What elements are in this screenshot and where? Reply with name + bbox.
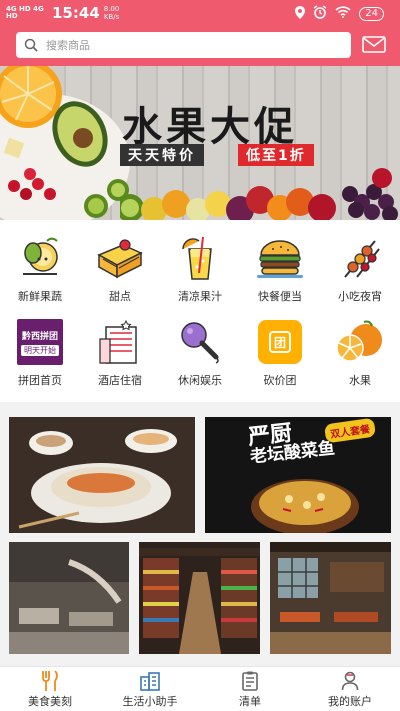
alarm-icon [313,5,327,22]
fruit-veg-icon [14,232,66,284]
search-placeholder: 搜索商品 [46,39,90,52]
tab-food[interactable]: 美食美刻 [0,667,100,711]
tab-label: 美食美刻 [28,695,72,708]
category-label: 快餐便当 [258,290,302,303]
category-fruit[interactable]: 水果 [320,316,400,388]
category-fresh-produce[interactable]: 新鲜果蔬 [0,232,80,304]
promo-tile-hotel-lobby[interactable] [9,542,129,654]
burger-icon [254,232,306,284]
promo-tile-restaurant[interactable] [270,542,391,654]
hotel-lobby-photo [9,542,129,654]
category-label: 水果 [349,374,371,387]
wifi-icon [335,6,351,21]
supermarket-photo [139,542,260,654]
tab-label: 我的账户 [328,695,372,708]
promo-tile-dessert[interactable] [9,417,195,533]
category-snacks[interactable]: 小吃夜宵 [320,232,400,304]
category-fast-food[interactable]: 快餐便当 [240,232,320,304]
list-icon [241,670,259,692]
network-speed-value: 8.00 [103,5,120,13]
network-speed: 8.00 KB/s [104,5,120,21]
skewer-icon [334,232,386,284]
category-label: 砍价团 [263,374,297,387]
category-juice[interactable]: 清凉果汁 [160,232,240,304]
promo-tile-supermarket[interactable] [139,542,260,654]
fruit-pile-image [120,168,398,220]
bargain-icon: 团 [254,316,306,368]
tab-life-helper[interactable]: 生活小助手 [100,667,200,711]
search-input[interactable]: 搜索商品 [16,32,351,58]
category-grid: 新鲜果蔬 甜点 清凉果汁 快餐便当 小吃夜宵 黔西拼团 明天开始 拼团首页 酒店… [0,220,400,402]
status-bar: 4G HD 4G HD 15:44 8.00 KB/s 24 [0,0,400,24]
location-icon [295,5,306,22]
bargain-icon-char: 团 [269,331,291,353]
search-icon [24,38,38,52]
group-buy-line2: 明天开始 [21,344,59,356]
category-label: 休闲娱乐 [178,374,222,387]
tab-label: 清单 [239,695,261,708]
tab-list[interactable]: 清单 [200,667,300,711]
tab-account[interactable]: 我的账户 [300,667,400,711]
promo-tile-fish[interactable]: 严厨 老坛酸菜鱼 双人套餐 [205,417,391,533]
network-speed-unit: KB/s [103,13,120,21]
group-buy-line1: 黔西拼团 [21,331,58,342]
category-label: 拼团首页 [18,374,62,387]
category-group-buy-home[interactable]: 黔西拼团 明天开始 拼团首页 [0,316,80,388]
restaurant-photo [270,542,391,654]
fork-knife-icon [40,670,60,692]
category-dessert[interactable]: 甜点 [80,232,160,304]
category-label: 清凉果汁 [178,290,222,303]
fruit-plate-image [0,66,130,220]
banner-tag-daily-deal: 天天特价 [120,144,204,166]
category-label: 小吃夜宵 [338,290,382,303]
dessert-photo [9,417,195,533]
building-icon [139,670,161,692]
user-icon [341,670,359,692]
banner-tag-discount: 低至1折 [238,144,314,166]
mail-icon [362,36,386,57]
promo-banner[interactable]: 水果大促 天天特价 低至1折 [0,66,400,220]
app-root: 4G HD 4G HD 15:44 8.00 KB/s 24 搜索商品 水果大促… [0,0,400,711]
cake-icon [94,232,146,284]
microphone-icon [174,316,226,368]
category-label: 新鲜果蔬 [18,290,62,303]
clock: 15:44 [52,4,100,22]
bottom-tab-bar: 美食美刻 生活小助手 清单 我的账户 [0,666,400,711]
category-entertainment[interactable]: 休闲娱乐 [160,316,240,388]
juice-icon [174,232,226,284]
hotel-icon [94,316,146,368]
category-bargain-group[interactable]: 团 砍价团 [240,316,320,388]
category-label: 酒店住宿 [98,374,142,387]
header: 4G HD 4G HD 15:44 8.00 KB/s 24 搜索商品 [0,0,400,66]
orange-icon [334,316,386,368]
tab-label: 生活小助手 [122,695,178,708]
network-indicator: 4G HD 4G HD [6,5,44,20]
battery-indicator: 24 [359,6,384,21]
category-label: 甜点 [109,290,131,303]
category-hotel[interactable]: 酒店住宿 [80,316,160,388]
group-buy-icon: 黔西拼团 明天开始 [14,316,66,368]
message-button[interactable] [362,36,386,57]
